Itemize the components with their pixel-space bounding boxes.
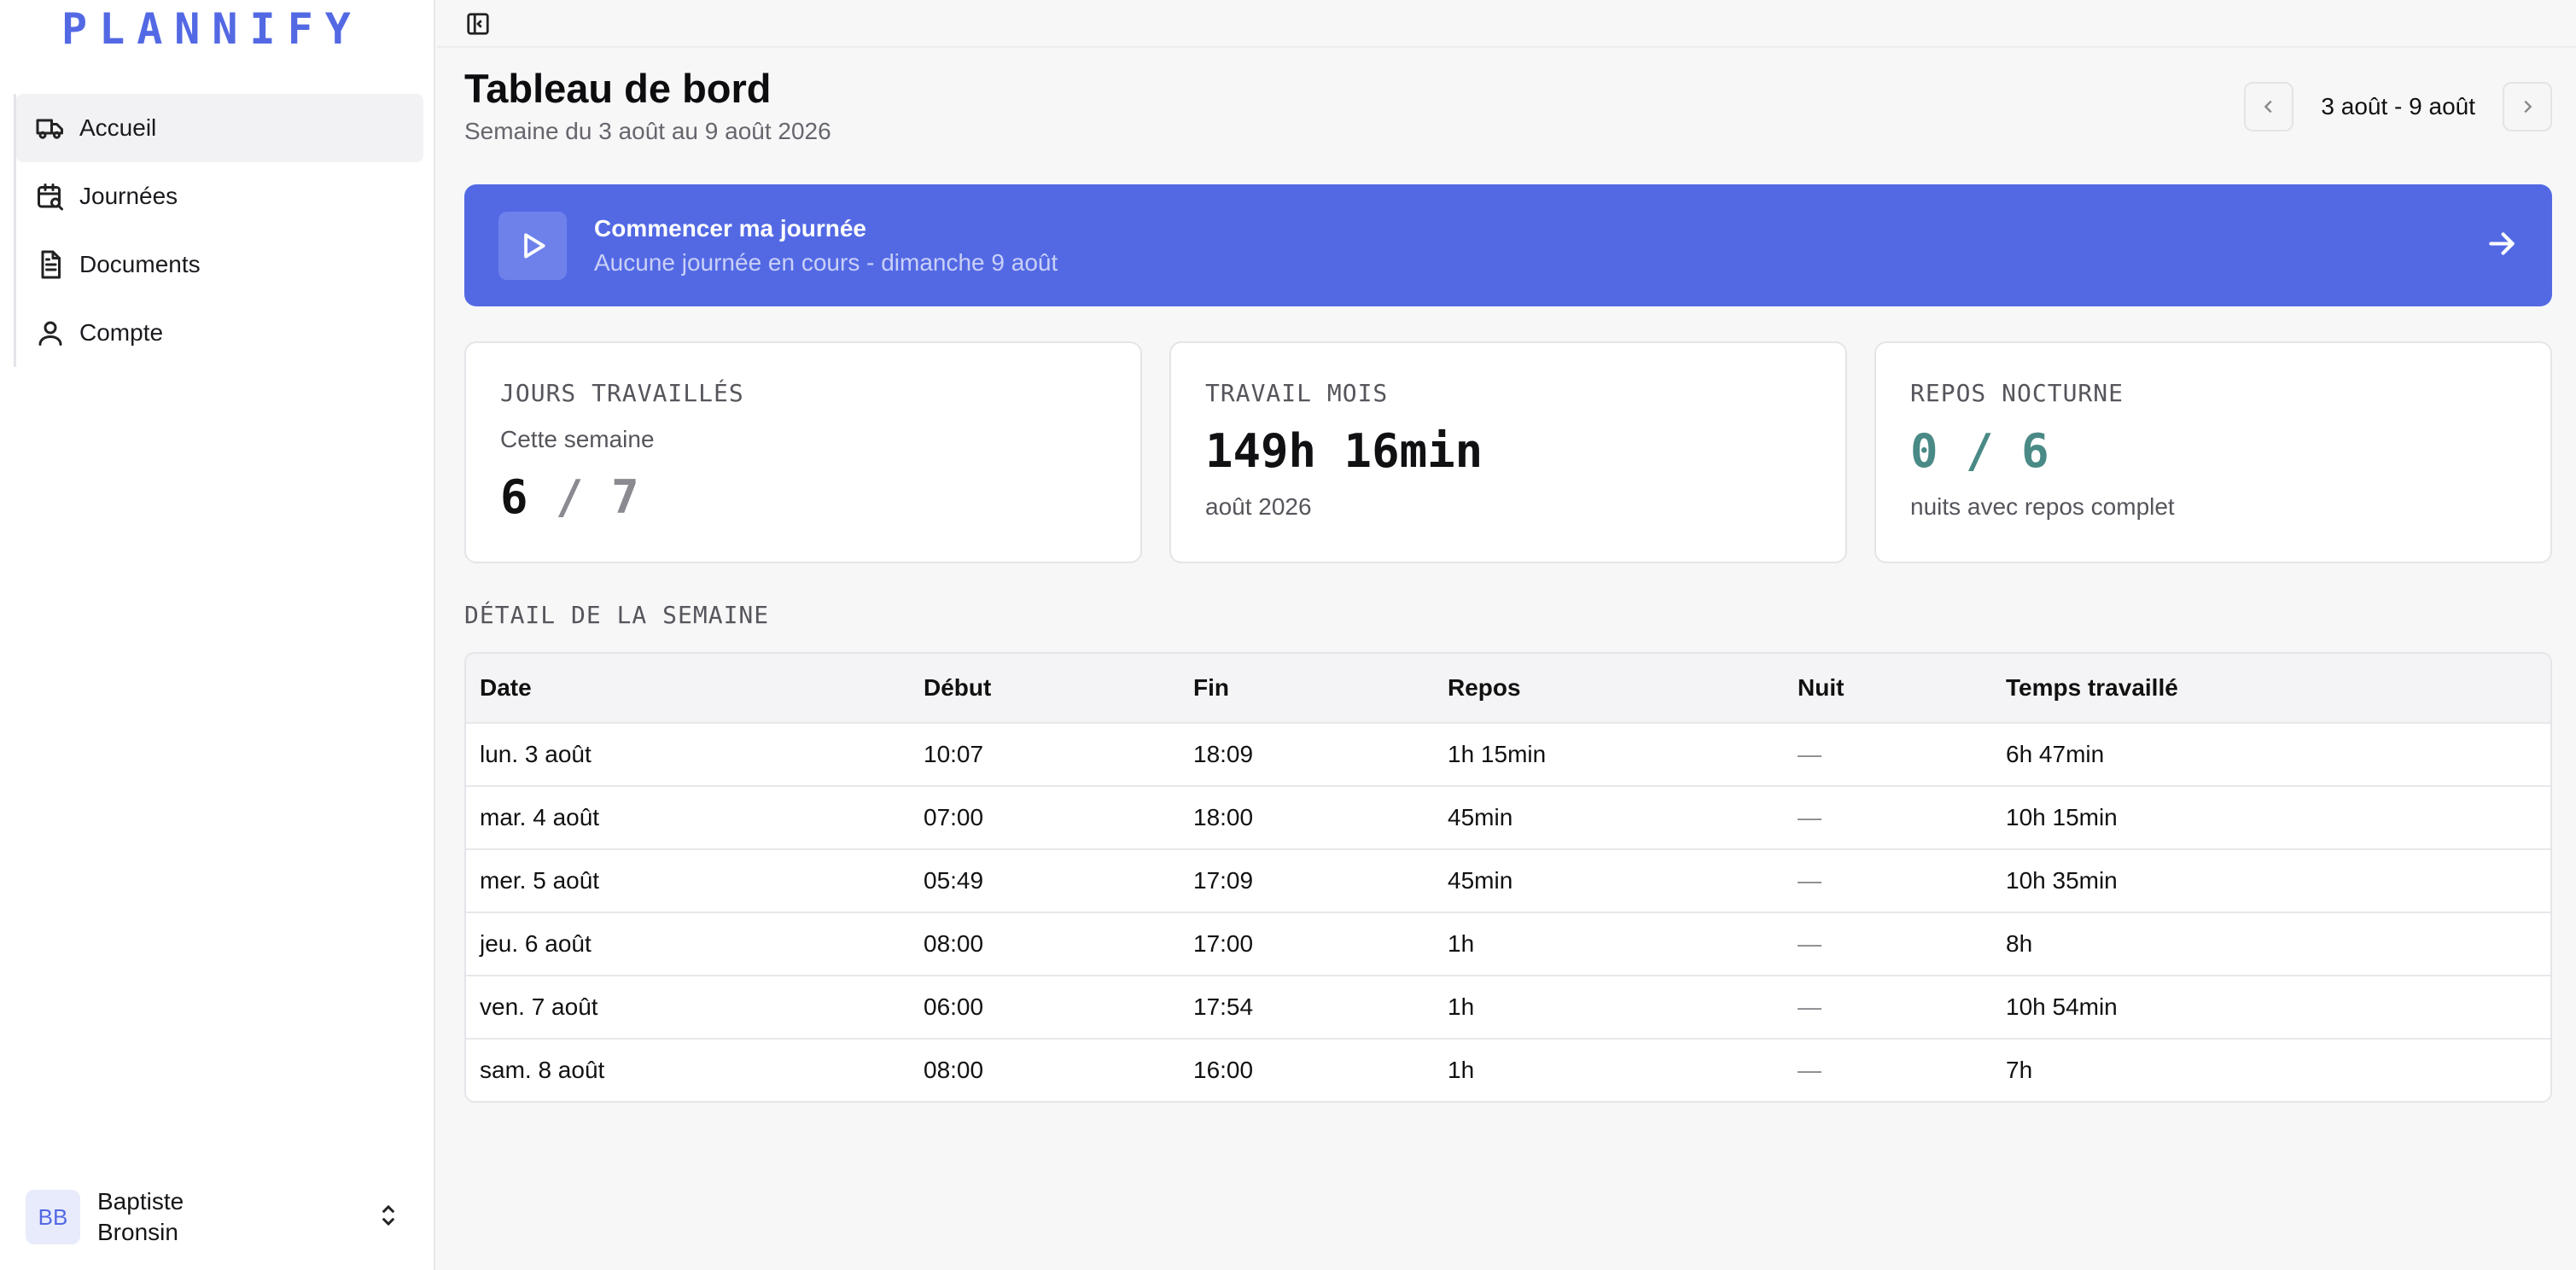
table-row[interactable]: jeu. 6 août 08:00 17:00 1h — 8h xyxy=(466,912,2550,975)
chevrons-up-down-icon[interactable] xyxy=(376,1203,401,1232)
sidebar-item-documents[interactable]: Documents xyxy=(16,230,423,299)
cell-start: 08:00 xyxy=(924,1057,984,1083)
card-footer: août 2026 xyxy=(1205,493,1312,520)
cell-night: — xyxy=(1798,804,1821,830)
table-header: Date Début Fin Repos Nuit Temps travaill… xyxy=(466,654,2550,722)
week-range-label: 3 août - 9 août xyxy=(2321,93,2475,119)
cell-worked: 10h 15min xyxy=(2006,804,2118,830)
table-row[interactable]: sam. 8 août 08:00 16:00 1h — 7h xyxy=(466,1038,2550,1101)
chevron-left-icon xyxy=(2264,100,2273,114)
section-title: DÉTAIL DE LA SEMAINE xyxy=(464,601,770,629)
cell-date: lun. 3 août xyxy=(480,741,592,767)
cell-date: sam. 8 août xyxy=(480,1057,605,1083)
chevron-right-icon xyxy=(2524,100,2532,114)
cell-worked: 8h xyxy=(2006,930,2033,957)
cell-date: mar. 4 août xyxy=(480,804,600,830)
cell-start: 10:07 xyxy=(924,741,984,767)
cell-night: — xyxy=(1798,993,1821,1020)
table-row[interactable]: ven. 7 août 06:00 17:54 1h — 10h 54min xyxy=(466,975,2550,1038)
cell-start: 07:00 xyxy=(924,804,984,830)
month-work-value: 149h 16min xyxy=(1205,424,1483,478)
month-work-card: TRAVAIL MOIS 149h 16min août 2026 xyxy=(1169,341,1847,563)
column-header: Repos xyxy=(1448,674,1521,701)
play-icon xyxy=(498,211,567,280)
card-footer: nuits avec repos complet xyxy=(1910,493,2175,520)
column-header: Temps travaillé xyxy=(2006,674,2178,701)
page-subtitle: Semaine du 3 août au 9 août 2026 xyxy=(464,118,831,144)
week-navigator: 3 août - 9 août xyxy=(2244,82,2552,131)
sidebar-item-label: Journées xyxy=(79,183,178,209)
start-day-banner[interactable]: Commencer ma journée Aucune journée en c… xyxy=(464,184,2552,306)
table-row[interactable]: mar. 4 août 07:00 18:00 45min — 10h 15mi… xyxy=(466,785,2550,848)
sidebar-item-label: Accueil xyxy=(79,114,157,141)
app-logo[interactable]: PLANNIFY xyxy=(61,3,363,55)
banner-title: Commencer ma journée xyxy=(594,214,866,242)
cell-worked: 10h 35min xyxy=(2006,867,2118,894)
document-icon xyxy=(33,248,67,282)
table-row[interactable]: mer. 5 août 05:49 17:09 45min — 10h 35mi… xyxy=(466,848,2550,912)
card-label: REPOS NOCTURNE xyxy=(1910,379,2124,407)
card-label: TRAVAIL MOIS xyxy=(1205,379,1389,407)
column-header: Début xyxy=(924,674,992,701)
sidebar: PLANNIFY Accueil Journées Documents Comp… xyxy=(0,0,435,1270)
cell-end: 18:00 xyxy=(1193,804,1254,830)
cell-end: 17:54 xyxy=(1193,993,1254,1020)
sidebar-item-label: Compte xyxy=(79,319,164,346)
cell-night: — xyxy=(1798,867,1821,894)
card-label: JOURS TRAVAILLÉS xyxy=(500,379,744,407)
cell-date: mer. 5 août xyxy=(480,867,600,894)
cell-start: 05:49 xyxy=(924,867,984,894)
cell-rest: 1h xyxy=(1448,930,1475,957)
banner-text: Commencer ma journée Aucune journée en c… xyxy=(594,215,1058,277)
days-worked-value: 6 / 7 xyxy=(500,470,639,524)
banner-subtitle: Aucune journée en cours - dimanche 9 aoû… xyxy=(594,248,1058,276)
column-header: Date xyxy=(480,674,532,701)
cell-worked: 6h 47min xyxy=(2006,741,2105,767)
night-rest-card: REPOS NOCTURNE 0 / 6 nuits avec repos co… xyxy=(1874,341,2552,563)
next-week-button[interactable] xyxy=(2503,82,2552,131)
cell-rest: 1h xyxy=(1448,1057,1475,1083)
calendar-search-icon xyxy=(33,179,67,213)
card-subtitle: Cette semaine xyxy=(500,426,655,452)
user-menu[interactable]: BB Baptiste Bronsin xyxy=(26,1183,410,1251)
toggle-sidebar-icon[interactable] xyxy=(461,7,495,41)
cell-date: jeu. 6 août xyxy=(480,930,592,957)
cell-night: — xyxy=(1798,741,1821,767)
cell-worked: 7h xyxy=(2006,1057,2033,1083)
cell-rest: 1h 15min xyxy=(1448,741,1547,767)
cell-date: ven. 7 août xyxy=(480,993,598,1020)
cell-worked: 10h 54min xyxy=(2006,993,2118,1020)
cell-end: 17:00 xyxy=(1193,930,1254,957)
user-name: Baptiste Bronsin xyxy=(97,1188,184,1245)
sidebar-nav: Accueil Journées Documents Compte xyxy=(14,94,423,367)
cell-start: 06:00 xyxy=(924,993,984,1020)
cell-end: 18:09 xyxy=(1193,741,1254,767)
table-row[interactable]: lun. 3 août 10:07 18:09 1h 15min — 6h 47… xyxy=(466,722,2550,785)
cell-rest: 1h xyxy=(1448,993,1475,1020)
arrow-right-icon xyxy=(2486,227,2518,264)
topbar xyxy=(437,0,2576,48)
week-detail-table: Date Début Fin Repos Nuit Temps travaill… xyxy=(464,652,2552,1103)
sidebar-item-journees[interactable]: Journées xyxy=(16,162,423,230)
previous-week-button[interactable] xyxy=(2244,82,2294,131)
sidebar-item-label: Documents xyxy=(79,251,201,277)
truck-icon xyxy=(33,111,67,145)
page-title: Tableau de bord xyxy=(464,66,772,111)
cell-start: 08:00 xyxy=(924,930,984,957)
night-rest-value: 0 / 6 xyxy=(1910,424,2049,478)
user-icon xyxy=(33,316,67,350)
sidebar-item-compte[interactable]: Compte xyxy=(16,299,423,367)
cell-end: 17:09 xyxy=(1193,867,1254,894)
cell-night: — xyxy=(1798,930,1821,957)
cell-end: 16:00 xyxy=(1193,1057,1254,1083)
column-header: Fin xyxy=(1193,674,1229,701)
column-header: Nuit xyxy=(1798,674,1845,701)
cell-rest: 45min xyxy=(1448,804,1513,830)
cell-night: — xyxy=(1798,1057,1821,1083)
cell-rest: 45min xyxy=(1448,867,1513,894)
days-worked-card: JOURS TRAVAILLÉS Cette semaine 6 / 7 xyxy=(464,341,1142,563)
sidebar-item-accueil[interactable]: Accueil xyxy=(16,94,423,162)
avatar: BB xyxy=(26,1190,80,1244)
